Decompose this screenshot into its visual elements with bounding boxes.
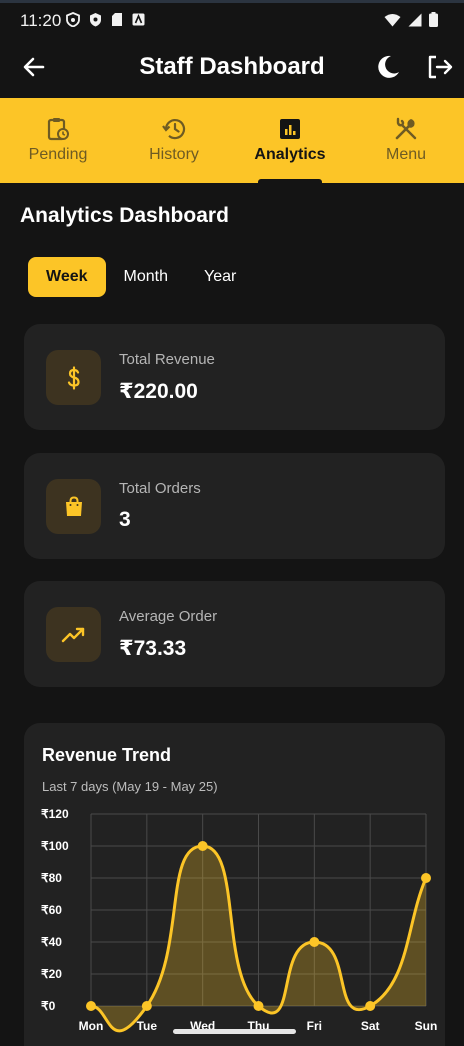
x-tick-label: Fri	[307, 1019, 322, 1033]
bar-chart-icon	[280, 119, 300, 139]
tab-label: History	[149, 146, 199, 163]
stat-icon-box	[46, 607, 101, 662]
active-tab-indicator	[258, 179, 322, 183]
revenue-trend-card: Revenue Trend Last 7 days (May 19 - May …	[24, 723, 445, 1046]
security-icon	[90, 13, 101, 27]
tab-analytics[interactable]: Analytics	[232, 98, 348, 183]
y-tick-label: ₹100	[41, 839, 69, 853]
data-point	[197, 841, 208, 851]
y-tick-label: ₹80	[41, 871, 62, 885]
app-bar: Staff Dashboard	[0, 40, 464, 98]
signal-icon	[408, 13, 422, 26]
history-icon	[162, 119, 186, 140]
shield-notification-icon	[66, 12, 80, 27]
data-point	[141, 1001, 152, 1011]
data-point	[86, 1001, 96, 1011]
status-bar: 11:20	[0, 0, 464, 40]
status-topline	[0, 0, 464, 3]
total-revenue-card: Total Revenue ₹220.00	[24, 324, 445, 430]
section-title: Analytics Dashboard	[20, 204, 229, 227]
home-indicator[interactable]	[173, 1029, 296, 1034]
dollar-icon	[67, 365, 80, 390]
tab-label: Menu	[385, 146, 427, 163]
status-time: 11:20	[20, 11, 62, 30]
stat-label: Average Order	[119, 608, 218, 625]
period-year-button[interactable]: Year	[186, 257, 254, 297]
period-month-button[interactable]: Month	[106, 257, 186, 297]
wifi-icon	[384, 13, 401, 26]
stat-value: ₹73.33	[119, 637, 187, 660]
data-point	[365, 1001, 376, 1011]
y-tick-label: ₹120	[41, 807, 69, 821]
x-tick-label: Tue	[137, 1019, 158, 1033]
stat-label: Total Revenue	[119, 351, 215, 368]
x-tick-label: Sat	[361, 1019, 380, 1033]
app-notification-icon	[132, 13, 145, 26]
y-tick-label: ₹20	[41, 967, 62, 981]
period-week-button[interactable]: Week	[28, 257, 106, 297]
x-tick-label: Sun	[415, 1019, 438, 1033]
status-icons-right	[384, 12, 438, 27]
logout-button[interactable]	[424, 52, 454, 82]
data-point	[421, 873, 431, 883]
total-orders-card: Total Orders 3	[24, 453, 445, 559]
theme-toggle-button[interactable]	[373, 52, 403, 82]
tab-label: Pending	[28, 146, 88, 163]
battery-icon	[429, 12, 438, 27]
y-tick-label: ₹0	[41, 999, 56, 1013]
data-point	[309, 937, 320, 947]
tab-history[interactable]: History	[116, 98, 232, 183]
y-tick-label: ₹40	[41, 935, 62, 949]
revenue-trend-chart: ₹120₹100₹80₹60₹40₹20₹0Mon Tue Wed Thu Fri Sat…	[41, 807, 438, 1033]
stat-label: Total Orders	[119, 480, 201, 497]
trending-up-icon	[61, 627, 84, 642]
stat-value: ₹220.00	[119, 380, 198, 403]
stat-icon-box	[46, 350, 101, 405]
period-selector: Week Month Year	[28, 257, 254, 297]
tab-pending[interactable]: Pending	[0, 98, 116, 183]
average-order-card: Average Order ₹73.33	[24, 581, 445, 687]
clipboard-clock-icon	[47, 118, 69, 141]
x-tick-label: Mon	[79, 1019, 104, 1033]
tab-menu[interactable]: Menu	[348, 98, 464, 183]
tab-label: Analytics	[254, 146, 326, 163]
logout-icon	[428, 55, 453, 79]
utensils-icon	[395, 117, 417, 140]
stat-icon-box	[46, 479, 101, 534]
tab-bar: Pending History Analytics Menu	[0, 98, 464, 183]
moon-icon	[378, 55, 399, 78]
sd-card-icon	[112, 13, 122, 26]
data-point	[253, 1001, 264, 1011]
status-icons-left	[66, 12, 145, 27]
shopping-bag-icon	[65, 495, 82, 516]
stat-value: 3	[119, 508, 131, 531]
y-tick-label: ₹60	[41, 903, 62, 917]
